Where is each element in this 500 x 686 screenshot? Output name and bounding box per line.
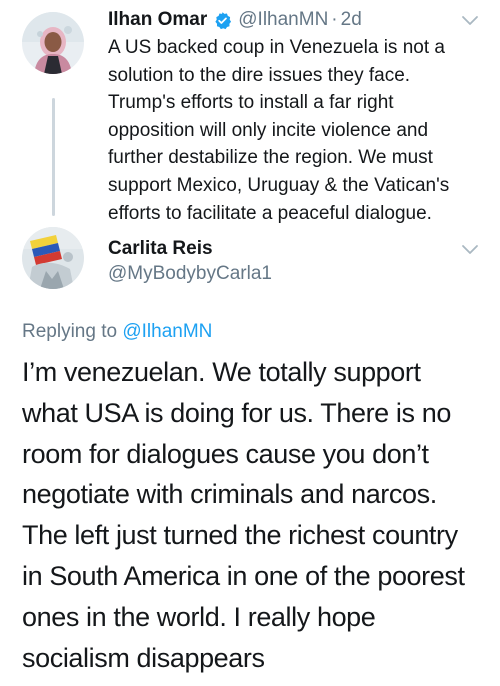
reply-author-handle[interactable]: @MyBodybyCarla1 xyxy=(108,262,272,286)
thread-connector-line xyxy=(52,98,55,216)
avatar[interactable] xyxy=(22,227,84,289)
tweet-thread: Ilhan Omar @IlhanMN · 2d A US backed cou… xyxy=(0,0,500,686)
profile-photo-icon xyxy=(22,12,84,74)
author-handle[interactable]: @IlhanMN xyxy=(238,8,328,32)
reply-author-name[interactable]: Carlita Reis xyxy=(108,237,213,261)
replying-to-line: Replying to @IlhanMN xyxy=(22,320,212,344)
separator-dot: · xyxy=(331,9,338,30)
chevron-down-icon[interactable] xyxy=(461,15,479,27)
tweet-text: A US backed coup in Venezuela is not a s… xyxy=(108,37,450,224)
profile-photo-icon xyxy=(22,227,84,289)
chevron-down-icon[interactable] xyxy=(461,244,479,256)
replying-to-link[interactable]: @IlhanMN xyxy=(122,321,212,342)
avatar[interactable] xyxy=(22,12,84,74)
tweet-header: Ilhan Omar @IlhanMN · 2d xyxy=(108,8,362,32)
reply-text: I’m venezuelan. We totally support what … xyxy=(22,357,465,673)
verified-badge-icon xyxy=(215,11,232,29)
replying-to-prefix: Replying to xyxy=(22,321,123,342)
author-name[interactable]: Ilhan Omar xyxy=(108,8,207,32)
tweet-timestamp[interactable]: 2d xyxy=(341,8,362,32)
